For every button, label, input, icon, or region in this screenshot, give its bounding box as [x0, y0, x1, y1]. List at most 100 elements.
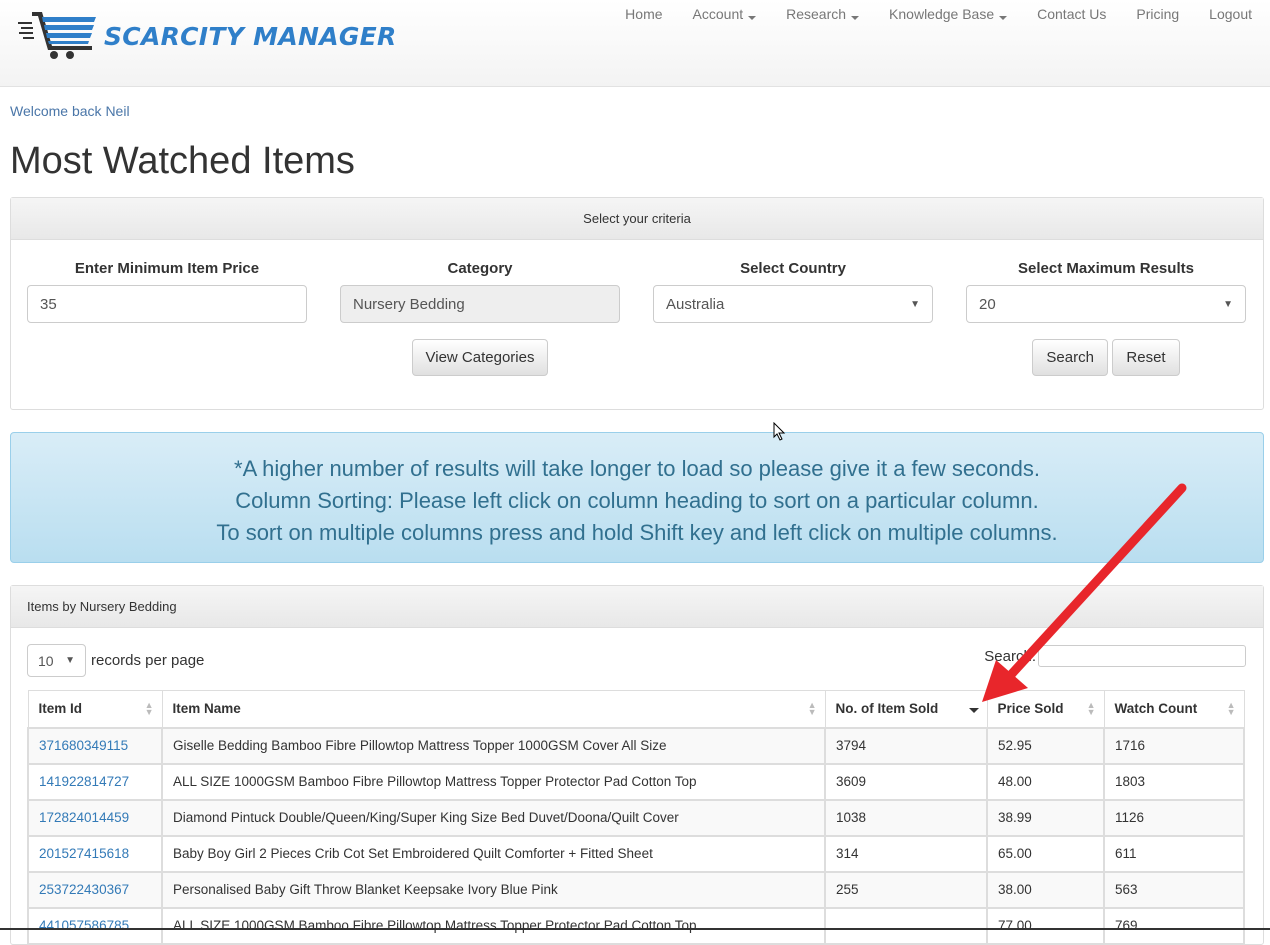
country-value: Australia	[666, 295, 725, 313]
table-row: 201527415618 Baby Boy Girl 2 Pieces Crib …	[27, 834, 1245, 873]
page-length-group: 10 ▼ records per page	[27, 644, 204, 677]
dropdown-arrow-icon: ▼	[1223, 298, 1233, 310]
max-results-group: Select Maximum Results 20 ▼ Search Reset	[966, 240, 1246, 376]
sort-both-icon: ▲ ▼	[807, 700, 817, 717]
item-id-link[interactable]: 201527415618	[39, 846, 129, 861]
results-panel: Items by Nursery Bedding 10 ▼ records per…	[10, 585, 1264, 945]
nav-account[interactable]: Account	[693, 6, 757, 22]
item-id-link[interactable]: 141922814727	[39, 774, 129, 789]
nav-label: Research	[786, 6, 847, 22]
notice-line-3: To sort on multiple columns press and ho…	[216, 520, 1058, 545]
dropdown-arrow-icon: ▼	[910, 298, 920, 310]
min-price-label: Enter Minimum Item Price	[74, 260, 260, 277]
column-header-items-sold[interactable]: No. of Item Sold	[824, 690, 988, 729]
nav-logout[interactable]: Logout	[1209, 6, 1252, 22]
table-row: 441057586785 ALL SIZE 1000GSM Bamboo Fibr…	[27, 906, 1245, 945]
nav-research[interactable]: Research	[786, 6, 860, 22]
cell-items-sold	[824, 906, 988, 945]
cell-watch-count: 1126	[1103, 798, 1245, 837]
column-label: Item Name	[172, 701, 241, 717]
caret-down-icon	[851, 16, 860, 20]
max-results-select[interactable]: 20 ▼	[966, 285, 1246, 323]
item-id-link[interactable]: 253722430367	[39, 882, 129, 897]
notice-line-2: Column Sorting: Please left click on col…	[235, 488, 1039, 513]
cell-watch-count: 1716	[1103, 726, 1245, 765]
nav-pricing[interactable]: Pricing	[1136, 6, 1179, 22]
column-header-watch-count[interactable]: Watch Count ▲ ▼	[1103, 690, 1245, 729]
max-results-label: Select Maximum Results	[1018, 260, 1194, 277]
column-header-item-name[interactable]: Item Name ▲ ▼	[161, 690, 826, 729]
page-length-select[interactable]: 10 ▼	[27, 644, 86, 677]
nav-home[interactable]: Home	[625, 6, 662, 22]
category-group: Category Nursery Bedding View Categories	[340, 240, 620, 376]
table-header-row: Item Id ▲ ▼ Item Name ▲ ▼ No. of Item Sold P…	[27, 690, 1245, 729]
view-categories-button[interactable]: View Categories	[411, 339, 549, 376]
search-button[interactable]: Search	[1032, 339, 1108, 376]
cell-item-name: Diamond Pintuck Double/Queen/King/Super …	[161, 798, 826, 837]
sort-both-icon: ▲ ▼	[1086, 700, 1096, 717]
column-header-item-id[interactable]: Item Id ▲ ▼	[27, 690, 163, 729]
item-id-link[interactable]: 441057586785	[39, 918, 129, 933]
cell-price-sold: 65.00	[986, 834, 1105, 873]
main-nav: Home Account Research Knowledge Base Con…	[595, 6, 1252, 22]
country-select[interactable]: Australia ▼	[653, 285, 933, 323]
cell-items-sold: 3609	[824, 762, 988, 801]
cell-item-id: 371680349115	[27, 726, 163, 765]
category-label: Category	[447, 260, 513, 277]
cell-item-id: 253722430367	[27, 870, 163, 909]
nav-knowledge-base[interactable]: Knowledge Base	[889, 6, 1008, 22]
cell-item-name: Personalised Baby Gift Throw Blanket Kee…	[161, 870, 826, 909]
info-notice: *A higher number of results will take lo…	[10, 432, 1264, 563]
item-id-link[interactable]: 172824014459	[39, 810, 129, 825]
cell-watch-count: 611	[1103, 834, 1245, 873]
min-price-input[interactable]: 35	[27, 285, 307, 323]
cell-items-sold: 255	[824, 870, 988, 909]
cell-watch-count: 769	[1103, 906, 1245, 945]
brand-name: SCARCITY MANAGER	[104, 21, 397, 51]
sort-desc-icon	[968, 708, 979, 713]
cell-price-sold: 48.00	[986, 762, 1105, 801]
column-header-price-sold[interactable]: Price Sold ▲ ▼	[986, 690, 1105, 729]
reset-button[interactable]: Reset	[1112, 339, 1180, 376]
column-label: No. of Item Sold	[835, 701, 939, 717]
search-input[interactable]	[1038, 645, 1246, 667]
logo[interactable]: SCARCITY MANAGER	[18, 8, 397, 60]
item-id-link[interactable]: 371680349115	[39, 738, 128, 753]
navbar: SCARCITY MANAGER Home Account Research K…	[0, 0, 1270, 87]
cell-items-sold: 314	[824, 834, 988, 873]
nav-label: Account	[692, 6, 744, 22]
cell-item-id: 201527415618	[27, 834, 163, 873]
cell-items-sold: 1038	[824, 798, 988, 837]
criteria-heading: Select your criteria	[11, 198, 1263, 240]
cell-item-name: Baby Boy Girl 2 Pieces Crib Cot Set Embr…	[161, 834, 826, 873]
category-value: Nursery Bedding	[353, 295, 465, 313]
country-group: Select Country Australia ▼	[653, 240, 933, 323]
cell-price-sold: 77.00	[986, 906, 1105, 945]
notice-line-1: *A higher number of results will take lo…	[234, 456, 1040, 481]
table-row: 172824014459 Diamond Pintuck Double/Queen…	[27, 798, 1245, 837]
results-heading: Items by Nursery Bedding	[11, 586, 1263, 628]
table-row: 253722430367 Personalised Baby Gift Throw…	[27, 870, 1245, 909]
dropdown-arrow-icon: ▼	[65, 655, 75, 666]
caret-down-icon	[748, 16, 757, 20]
table-body: 371680349115 Giselle Bedding Bamboo Fibre…	[27, 726, 1245, 945]
column-label: Price Sold	[997, 701, 1064, 717]
cell-price-sold: 38.99	[986, 798, 1105, 837]
column-label: Watch Count	[1114, 701, 1198, 717]
sort-both-icon: ▲ ▼	[144, 700, 154, 717]
nav-label: Knowledge Base	[889, 6, 995, 22]
nav-label: Logout	[1209, 6, 1252, 22]
page-length-value: 10	[38, 652, 54, 669]
cell-item-id: 172824014459	[27, 798, 163, 837]
criteria-panel: Select your criteria Enter Minimum Item …	[10, 197, 1264, 410]
cell-item-name: ALL SIZE 1000GSM Bamboo Fibre Pillowtop …	[161, 906, 826, 945]
cell-watch-count: 1803	[1103, 762, 1245, 801]
nav-contact-us[interactable]: Contact Us	[1037, 6, 1106, 22]
country-label: Select Country	[740, 260, 846, 277]
cell-item-name: ALL SIZE 1000GSM Bamboo Fibre Pillowtop …	[161, 762, 826, 801]
cell-price-sold: 38.00	[986, 870, 1105, 909]
cell-item-id: 441057586785	[27, 906, 163, 945]
welcome-message[interactable]: Welcome back Neil	[10, 103, 130, 119]
cell-item-name: Giselle Bedding Bamboo Fibre Pillowtop M…	[161, 726, 826, 765]
search-label: Search:	[984, 647, 1036, 665]
